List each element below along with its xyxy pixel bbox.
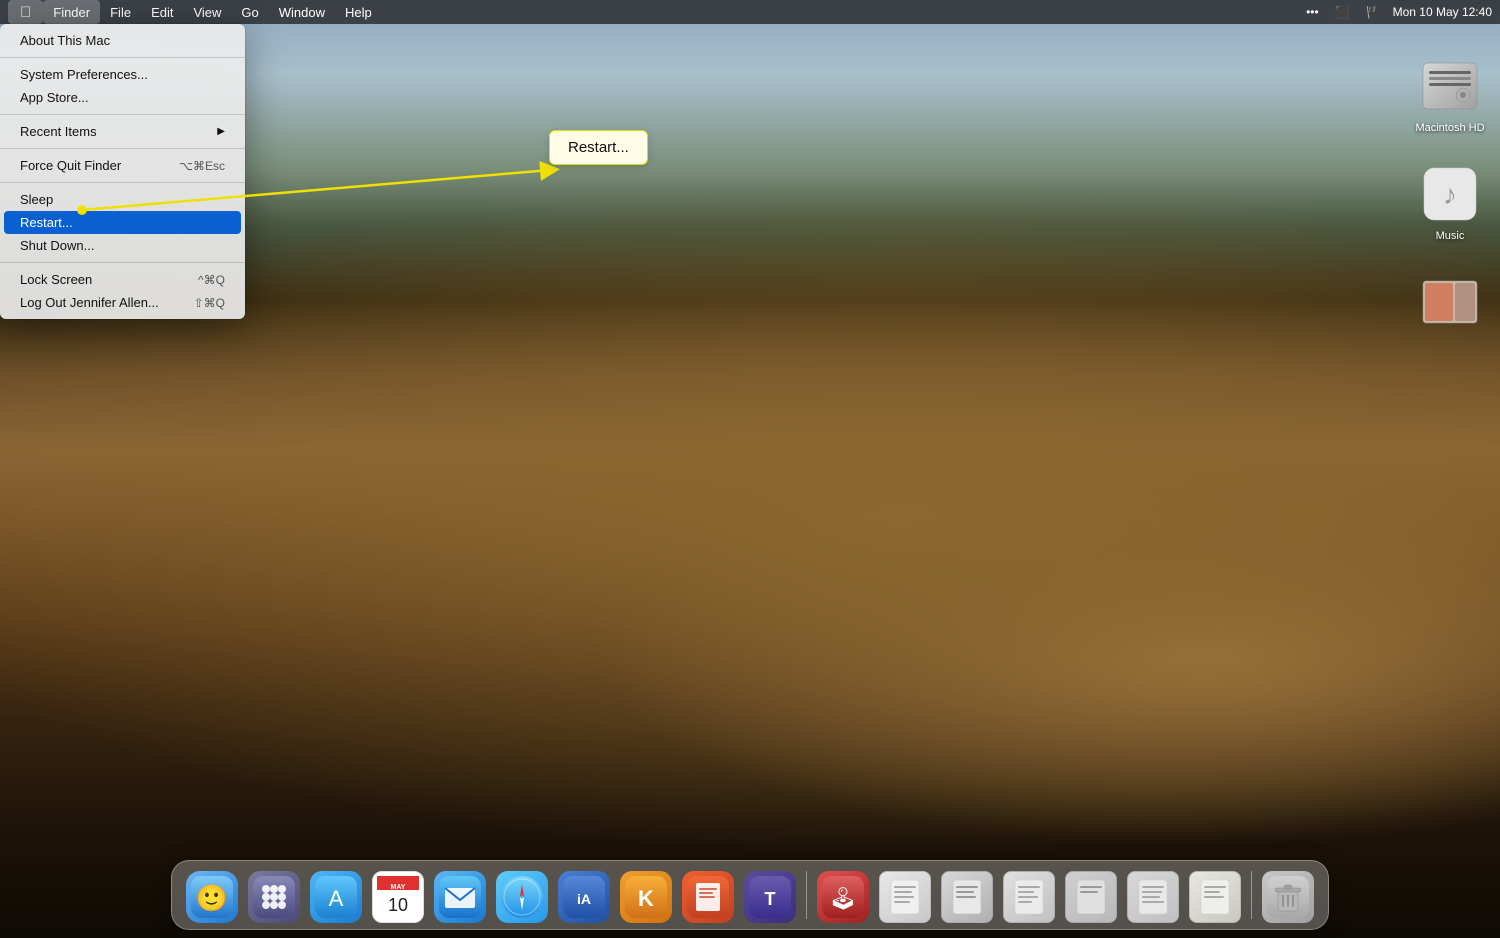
restart-tooltip-label: Restart...: [568, 139, 629, 156]
desktop-icon-img[interactable]: [1410, 266, 1490, 342]
restart-tooltip: Restart...: [549, 130, 648, 165]
lock-screen-shortcut: ^⌘Q: [198, 273, 225, 287]
dock-launchpad[interactable]: [246, 867, 302, 923]
macintosh-hd-icon: [1418, 54, 1482, 118]
dock-safari[interactable]: [494, 867, 550, 923]
doc4-icon: [1065, 871, 1117, 923]
finder-icon: 🙂: [186, 871, 238, 923]
dock-pages[interactable]: [680, 867, 736, 923]
dock-keka[interactable]: K: [618, 867, 674, 923]
doc5-icon: [1127, 871, 1179, 923]
img-icon: [1418, 270, 1482, 334]
menu-about-this-mac[interactable]: About This Mac: [4, 29, 241, 52]
apple-menu-button[interactable]: : [8, 0, 43, 24]
desktop-icon-music[interactable]: ♪ Music: [1410, 158, 1490, 246]
doc6-icon: [1189, 871, 1241, 923]
menubar-left:  Finder File Edit View Go Window Help: [8, 0, 382, 24]
dock-doc6[interactable]: [1187, 867, 1243, 923]
menubar-finder[interactable]: Finder: [43, 0, 100, 24]
doc1-icon: [879, 871, 931, 923]
dock-separator-1: [806, 871, 807, 919]
keka-icon: K: [620, 871, 672, 923]
dock-finder[interactable]: 🙂: [184, 867, 240, 923]
menu-app-store[interactable]: App Store...: [4, 86, 241, 109]
desktop-icons: Macintosh HD ♪ Music: [1400, 40, 1500, 352]
music-icon: ♪: [1418, 162, 1482, 226]
ellipsis-icon[interactable]: •••: [1302, 5, 1323, 19]
svg-text:♪: ♪: [1443, 179, 1457, 210]
mail-icon: [434, 871, 486, 923]
force-quit-shortcut: ⌥⌘Esc: [179, 159, 225, 173]
dock-mail[interactable]: [432, 867, 488, 923]
svg-text:MAY: MAY: [391, 884, 406, 891]
menu-force-quit[interactable]: Force Quit Finder ⌥⌘Esc: [4, 154, 241, 177]
svg-text:iA: iA: [577, 891, 591, 907]
svg-text:T: T: [765, 889, 776, 909]
log-out-shortcut: ⇧⌘Q: [194, 296, 225, 310]
menubar-window[interactable]: Window: [269, 0, 335, 24]
menubar-go[interactable]: Go: [231, 0, 268, 24]
menu-restart[interactable]: Restart...: [4, 211, 241, 234]
dock-teams[interactable]: T: [742, 867, 798, 923]
dock: 🙂: [171, 860, 1329, 930]
menubar-right: ••• ⬛ 🏴 Mon 10 May 12:40: [1302, 5, 1492, 19]
doc3-icon: [1003, 871, 1055, 923]
svg-text:K: K: [638, 886, 654, 911]
menu-separator-4: [0, 182, 245, 183]
flag-icon[interactable]: 🏴: [1362, 5, 1385, 19]
launchpad-icon: [248, 871, 300, 923]
doc2-icon: [941, 871, 993, 923]
menu-system-preferences[interactable]: System Preferences...: [4, 63, 241, 86]
dock-doc2[interactable]: [939, 867, 995, 923]
safari-icon: [496, 871, 548, 923]
dock-calendar[interactable]: MAY 10: [370, 867, 426, 923]
menu-lock-screen[interactable]: Lock Screen ^⌘Q: [4, 268, 241, 291]
menu-separator-5: [0, 262, 245, 263]
desktop:  Finder File Edit View Go Window Help •…: [0, 0, 1500, 938]
svg-text:A: A: [329, 886, 344, 911]
pages-icon: [682, 871, 734, 923]
svg-text:10: 10: [388, 895, 408, 915]
menu-separator-1: [0, 57, 245, 58]
menu-log-out[interactable]: Log Out Jennifer Allen... ⇧⌘Q: [4, 291, 241, 314]
macintosh-hd-label: Macintosh HD: [1415, 122, 1484, 134]
dock-separator-2: [1251, 871, 1252, 919]
menu-recent-items[interactable]: Recent Items ▶: [4, 120, 241, 143]
dock-doc5[interactable]: [1125, 867, 1181, 923]
trash-icon: [1262, 871, 1314, 923]
menu-separator-2: [0, 114, 245, 115]
dock-ia-writer[interactable]: iA: [556, 867, 612, 923]
dock-doc4[interactable]: [1063, 867, 1119, 923]
apple-menu-dropdown: About This Mac System Preferences... App…: [0, 24, 245, 319]
dock-doc3[interactable]: [1001, 867, 1057, 923]
dock-joystick[interactable]: 🕹: [815, 867, 871, 923]
menubar-help[interactable]: Help: [335, 0, 382, 24]
dock-doc1[interactable]: [877, 867, 933, 923]
menu-separator-3: [0, 148, 245, 149]
menu-shut-down[interactable]: Shut Down...: [4, 234, 241, 257]
desktop-icon-macintosh-hd[interactable]: Macintosh HD: [1410, 50, 1490, 138]
ia-writer-icon: iA: [558, 871, 610, 923]
teams-icon: T: [744, 871, 796, 923]
dock-trash[interactable]: [1260, 867, 1316, 923]
music-label: Music: [1436, 230, 1465, 242]
svg-text:🕹: 🕹: [829, 886, 857, 911]
menubar-file[interactable]: File: [100, 0, 141, 24]
appstore-icon: A: [310, 871, 362, 923]
menubar:  Finder File Edit View Go Window Help •…: [0, 0, 1500, 24]
svg-text:🙂: 🙂: [196, 883, 228, 913]
menubar-edit[interactable]: Edit: [141, 0, 183, 24]
dock-appstore[interactable]: A: [308, 867, 364, 923]
calendar-icon: MAY 10: [372, 871, 424, 923]
submenu-arrow-icon: ▶: [217, 126, 225, 137]
menubar-view[interactable]: View: [183, 0, 231, 24]
joystick-icon: 🕹: [817, 871, 869, 923]
menu-sleep[interactable]: Sleep: [4, 188, 241, 211]
datetime: Mon 10 May 12:40: [1393, 5, 1492, 19]
screen-icon[interactable]: ⬛: [1331, 5, 1354, 19]
